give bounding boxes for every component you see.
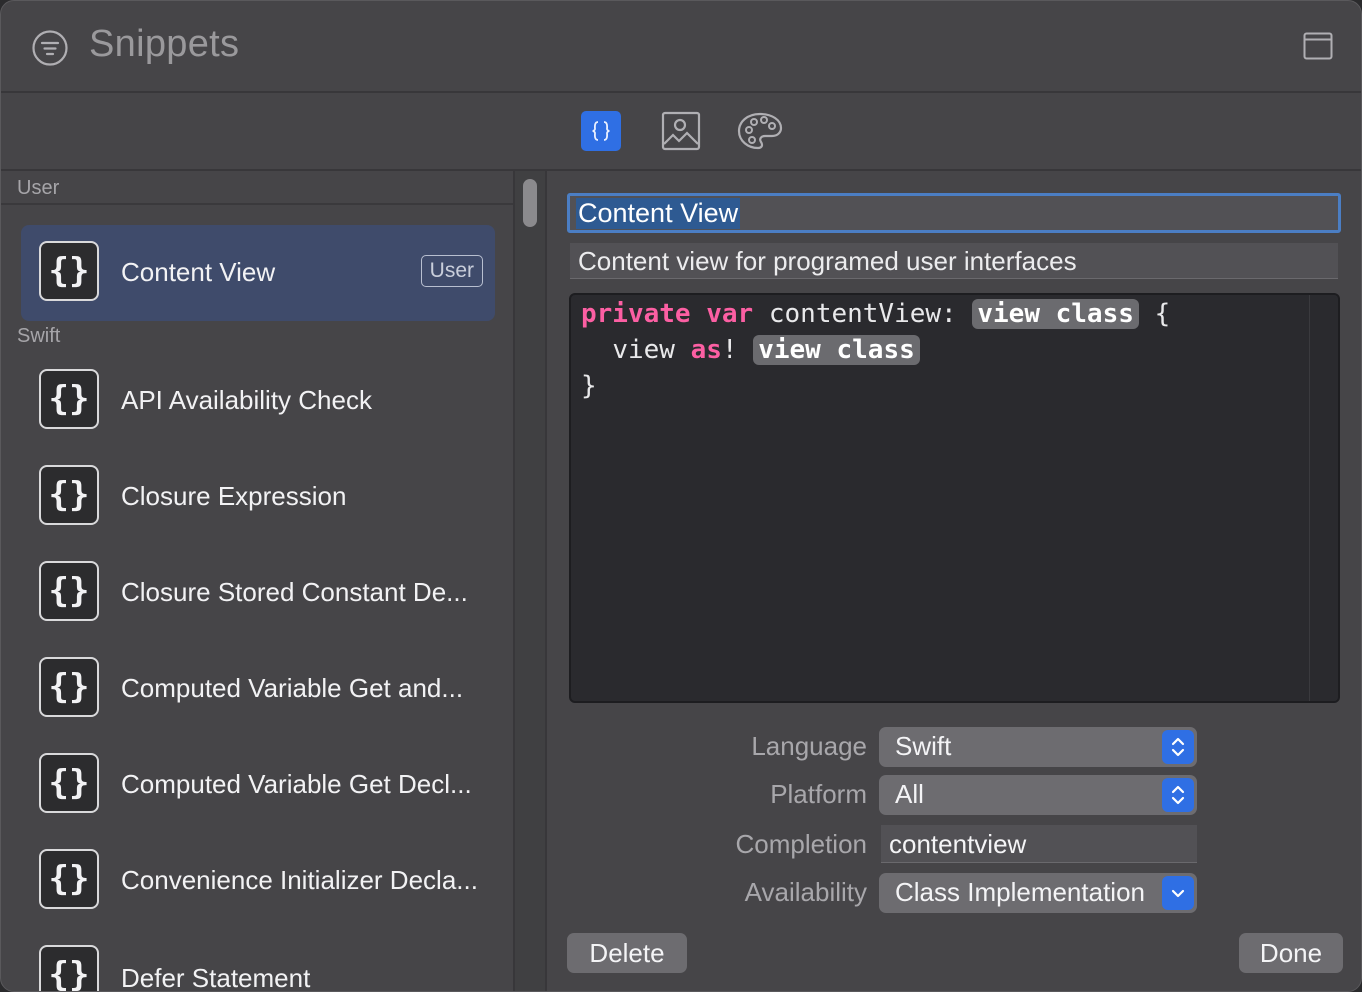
availability-value: Class Implementation xyxy=(895,877,1145,907)
code-line-2: view as! view class xyxy=(581,335,920,365)
delete-button[interactable]: Delete xyxy=(567,933,687,973)
code-text: } xyxy=(581,371,597,401)
snippet-item-label: Closure Stored Constant De... xyxy=(121,577,468,607)
svg-text:{}: {} xyxy=(49,251,90,291)
code-text: contentView: xyxy=(768,299,957,329)
window-layout-icon[interactable] xyxy=(1303,31,1333,61)
snippet-item-label: Computed Variable Get and... xyxy=(121,673,464,703)
user-badge: User xyxy=(420,255,483,287)
code-snippet-icon: {} xyxy=(39,849,99,909)
code-placeholder-token[interactable]: view class xyxy=(972,299,1139,329)
language-popup[interactable]: Swift xyxy=(879,727,1197,767)
availability-popup[interactable]: Class Implementation xyxy=(879,873,1197,913)
snippet-item-label: Defer Statement xyxy=(121,963,311,992)
code-editor-gutter xyxy=(1309,295,1338,701)
code-text: view xyxy=(612,335,675,365)
snippet-item-label: Computed Variable Get Decl... xyxy=(121,769,472,799)
completion-label: Completion xyxy=(735,829,867,859)
snippet-title-field[interactable]: Content View xyxy=(567,193,1341,233)
snippets-window: Snippets User {} Content View User Swift… xyxy=(0,0,1362,992)
filter-menu-icon[interactable] xyxy=(31,29,69,67)
language-label: Language xyxy=(751,731,867,761)
svg-text:{}: {} xyxy=(49,571,90,611)
code-placeholder-token[interactable]: view class xyxy=(753,335,920,365)
code-snippet-icon: {} xyxy=(39,369,99,429)
svg-text:{}: {} xyxy=(49,763,90,803)
window-title: Snippets xyxy=(89,23,240,65)
snippet-list: User {} Content View User Swift {} API A… xyxy=(1,171,515,992)
svg-text:{}: {} xyxy=(49,955,90,992)
snippet-item[interactable]: {} Computed Variable Get and... xyxy=(21,641,495,737)
availability-label: Availability xyxy=(744,877,867,907)
code-text: ! xyxy=(721,335,738,365)
language-value: Swift xyxy=(895,731,952,761)
up-down-chevron-icon xyxy=(1162,778,1194,812)
platform-label: Platform xyxy=(770,779,867,809)
image-media-icon xyxy=(661,111,701,151)
snippet-item[interactable]: {} Closure Expression xyxy=(21,449,495,545)
code-snippet-icon xyxy=(592,121,610,141)
section-divider xyxy=(1,203,513,205)
svg-text:{}: {} xyxy=(49,859,90,899)
code-line-1: private var contentView: view class { xyxy=(581,299,1170,329)
snippet-item[interactable]: {} Computed Variable Get Decl... xyxy=(21,737,495,833)
sidebar-scrollbar[interactable] xyxy=(515,171,547,991)
snippet-item[interactable]: {} Defer Statement xyxy=(21,929,495,992)
media-tab[interactable] xyxy=(660,111,702,151)
snippet-item-label: Content View xyxy=(121,257,276,287)
snippet-description-field[interactable]: Content view for programed user interfac… xyxy=(570,243,1338,279)
chevron-down-icon xyxy=(1162,876,1194,910)
platform-value: All xyxy=(895,779,924,809)
code-snippet-icon: {} xyxy=(39,241,99,301)
code-editor[interactable]: private var contentView: view class { vi… xyxy=(569,293,1340,703)
svg-text:{}: {} xyxy=(49,379,90,419)
up-down-chevron-icon xyxy=(1162,730,1194,764)
code-snippet-icon: {} xyxy=(39,561,99,621)
code-snippets-tab[interactable] xyxy=(581,111,621,151)
snippet-title-text: Content View xyxy=(576,198,741,229)
code-line-3: } xyxy=(581,371,597,401)
keyword-token: var xyxy=(706,299,754,329)
snippet-item-label: Closure Expression xyxy=(121,481,347,511)
snippet-item-label: Convenience Initializer Decla... xyxy=(121,865,478,895)
platform-popup[interactable]: All xyxy=(879,775,1197,815)
keyword-token: as xyxy=(690,335,722,365)
section-header-swift: Swift xyxy=(17,325,61,347)
title-bar: Snippets xyxy=(1,1,1361,93)
snippet-item[interactable]: {} Closure Stored Constant De... xyxy=(21,545,495,641)
code-snippet-icon: {} xyxy=(39,753,99,813)
colors-tab[interactable] xyxy=(736,111,784,151)
section-header-user: User xyxy=(17,177,60,199)
snippet-item-label: API Availability Check xyxy=(121,385,372,415)
code-snippet-icon: {} xyxy=(39,657,99,717)
snippet-item-content-view[interactable]: {} Content View User xyxy=(21,225,495,321)
code-snippet-icon: {} xyxy=(39,945,99,992)
scrollbar-thumb[interactable] xyxy=(523,179,537,227)
done-button[interactable]: Done xyxy=(1239,933,1343,973)
completion-field[interactable]: contentview xyxy=(881,825,1197,863)
keyword-token: private xyxy=(581,299,691,329)
svg-text:{}: {} xyxy=(49,667,90,707)
library-toolbar xyxy=(1,93,1361,171)
snippet-detail: Content View Content view for programed … xyxy=(547,171,1361,991)
code-snippet-icon: {} xyxy=(39,465,99,525)
svg-text:{}: {} xyxy=(49,475,90,515)
code-text: { xyxy=(1154,299,1171,329)
snippet-item[interactable]: {} API Availability Check xyxy=(21,353,495,449)
color-palette-icon xyxy=(737,112,783,150)
snippet-item[interactable]: {} Convenience Initializer Decla... xyxy=(21,833,495,929)
